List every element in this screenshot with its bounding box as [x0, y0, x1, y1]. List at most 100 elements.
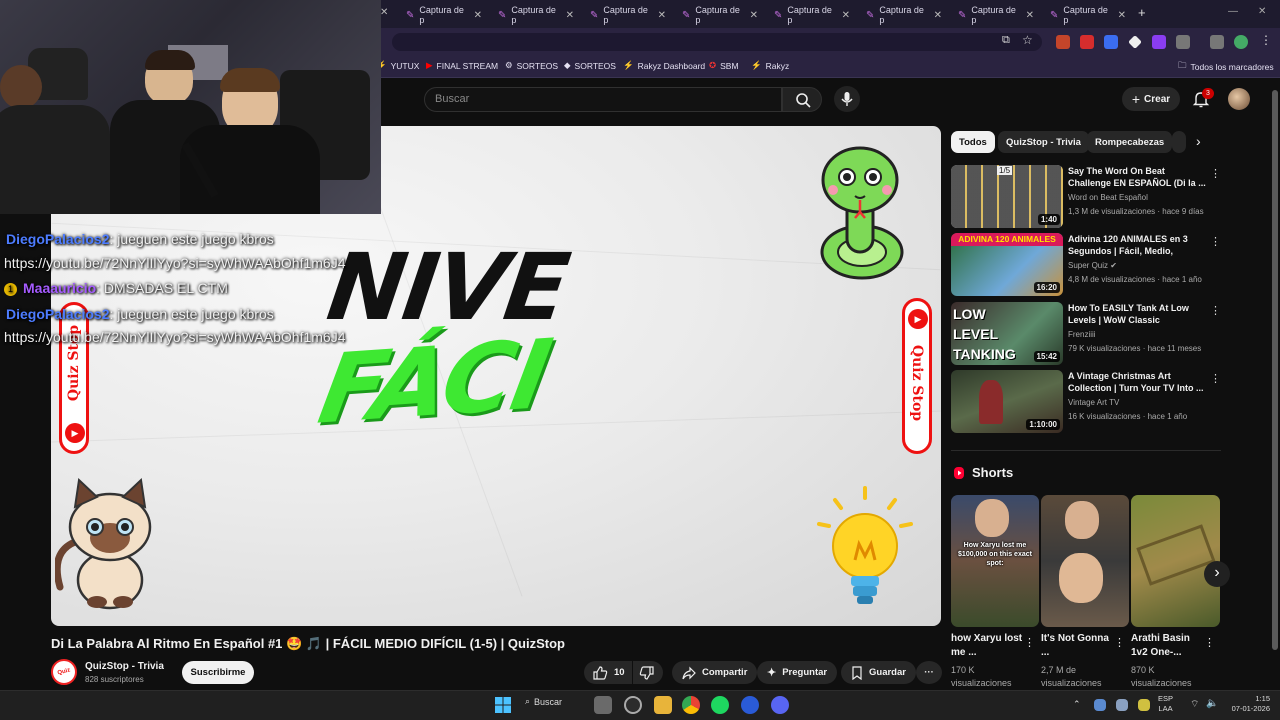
browser-tab[interactable]: ✎ Captura de p ✕: [950, 4, 1040, 26]
install-icon[interactable]: ⧉: [1002, 34, 1010, 47]
video-title[interactable]: A Vintage Christmas Art Collection | Tur…: [1068, 370, 1206, 394]
minimize-icon[interactable]: —: [1228, 6, 1238, 17]
shorts-next-button[interactable]: ›: [1204, 561, 1230, 587]
recommendation-item[interactable]: ADIVINA 120 ANIMALES 16:20 Adivina 120 A…: [951, 233, 1226, 297]
chip-all[interactable]: Todos: [951, 131, 995, 153]
wifi-icon[interactable]: ⌔: [1190, 698, 1199, 711]
browser-tab[interactable]: ✎ Captura de p ✕: [858, 4, 948, 26]
more-vert-icon[interactable]: ⋮: [1210, 235, 1221, 248]
channel-name[interactable]: Vintage Art TV: [1068, 398, 1119, 407]
video-thumbnail[interactable]: LOW LEVEL TANKING EXPLAINED 15:42: [951, 302, 1063, 365]
taskbar-search[interactable]: ⌕ Buscar: [525, 696, 562, 707]
browser-tab[interactable]: ✎ Captura de p ✕: [398, 4, 488, 26]
channel-name[interactable]: Frenziiii: [1068, 330, 1096, 339]
spotify-icon[interactable]: [711, 696, 729, 714]
window-close-icon[interactable]: ✕: [1258, 6, 1266, 17]
channel-name[interactable]: QuizStop - Trivia: [85, 661, 164, 672]
video-title[interactable]: Say The Word On Beat Challenge EN ESPAÑO…: [1068, 165, 1206, 189]
video-title[interactable]: How To EASILY Tank At Low Levels | WoW C…: [1068, 302, 1206, 326]
tab-close-icon[interactable]: ✕: [380, 7, 388, 18]
short-thumbnail[interactable]: [1131, 495, 1220, 627]
bookmark-item[interactable]: ✪ SBM: [709, 60, 739, 71]
bookmark-star-icon[interactable]: ☆: [1022, 33, 1033, 47]
address-bar[interactable]: [392, 33, 1042, 51]
bookmark-item[interactable]: ◆ SORTEOS: [564, 60, 616, 71]
more-vert-icon[interactable]: ⋮: [1024, 636, 1035, 649]
tray-chevron-icon[interactable]: ⌃: [1073, 699, 1081, 710]
video-thumbnail[interactable]: 1:10:00: [951, 370, 1063, 433]
subscribe-button[interactable]: Suscribirme: [182, 661, 254, 684]
video-thumbnail[interactable]: ADIVINA 120 ANIMALES 16:20: [951, 233, 1063, 296]
channel-name[interactable]: Word on Beat Español: [1068, 193, 1148, 202]
chip-overflow[interactable]: [1172, 131, 1186, 153]
tab-close-icon[interactable]: ✕: [474, 10, 482, 21]
tab-close-icon[interactable]: ✕: [1118, 10, 1126, 21]
extension-icon[interactable]: [1080, 35, 1094, 49]
account-avatar[interactable]: [1228, 88, 1250, 110]
tray-app-icon[interactable]: [1138, 699, 1150, 711]
language-indicator[interactable]: ESP LAA: [1158, 694, 1173, 714]
bookmark-item[interactable]: ⚡ YUTUX: [376, 60, 419, 71]
tab-close-icon[interactable]: ✕: [658, 10, 666, 21]
short-thumbnail[interactable]: How Xaryu lost me $100,000 on this exact…: [951, 495, 1039, 627]
browser-tab[interactable]: ✎ Captura de p ✕: [582, 4, 672, 26]
browser-tab[interactable]: ✎ Captura de p ✕: [766, 4, 856, 26]
chevron-right-icon[interactable]: ›: [1196, 133, 1201, 149]
tab-close-icon[interactable]: ✕: [750, 10, 758, 21]
menu-dots-icon[interactable]: ⋮: [1260, 33, 1272, 47]
reading-list-icon[interactable]: [1210, 35, 1224, 49]
windows-start-icon[interactable]: [494, 696, 512, 714]
like-button[interactable]: 10: [584, 661, 632, 684]
recommendation-item[interactable]: 1/5 1:40 Say The Word On Beat Challenge …: [951, 165, 1226, 229]
all-bookmarks-button[interactable]: 🗀 Todos los marcadores: [1178, 60, 1274, 74]
short-title[interactable]: It's Not Gonna ...: [1041, 632, 1117, 660]
voice-search-button[interactable]: [834, 86, 860, 112]
bookmark-item[interactable]: ⚙ SORTEOS: [505, 60, 558, 71]
extension-icon[interactable]: [1104, 35, 1118, 49]
task-view-icon[interactable]: [594, 696, 612, 714]
tab-close-icon[interactable]: ✕: [934, 10, 942, 21]
tab-close-icon[interactable]: ✕: [842, 10, 850, 21]
bookmark-item[interactable]: ▶ FINAL STREAM: [426, 60, 498, 71]
puzzle-icon[interactable]: [1176, 35, 1190, 49]
browser-tab[interactable]: ✎ Captura de p ✕: [490, 4, 580, 26]
file-explorer-icon[interactable]: [654, 696, 672, 714]
chip-channel[interactable]: QuizStop - Trivia: [998, 131, 1089, 153]
chrome-icon[interactable]: [682, 696, 700, 714]
app-icon[interactable]: [741, 696, 759, 714]
extension-icon[interactable]: [1152, 35, 1166, 49]
bookmark-item[interactable]: ⚡ Rakyz: [751, 60, 789, 71]
tray-app-icon[interactable]: [1094, 699, 1106, 711]
more-vert-icon[interactable]: ⋮: [1210, 372, 1221, 385]
share-button[interactable]: Compartir: [672, 661, 758, 684]
video-title[interactable]: Adivina 120 ANIMALES en 3 Segundos | Fác…: [1068, 233, 1206, 257]
recommendation-item[interactable]: LOW LEVEL TANKING EXPLAINED 15:42 How To…: [951, 302, 1226, 366]
browser-tab[interactable]: ✎ Captura de p ✕: [1042, 4, 1132, 26]
channel-name-row[interactable]: Super Quiz ✔: [1068, 261, 1117, 270]
create-button[interactable]: + Crear: [1122, 87, 1180, 111]
more-vert-icon[interactable]: ⋮: [1210, 304, 1221, 317]
search-button[interactable]: [782, 87, 822, 112]
extension-icon[interactable]: [1056, 35, 1070, 49]
recommendation-item[interactable]: 1:10:00 A Vintage Christmas Art Collecti…: [951, 370, 1226, 434]
more-actions-button[interactable]: ···: [916, 661, 942, 684]
tab-close-icon[interactable]: ✕: [566, 10, 574, 21]
channel-avatar[interactable]: Quiz: [51, 659, 77, 685]
discord-icon[interactable]: [771, 696, 789, 714]
more-vert-icon[interactable]: ⋮: [1204, 636, 1215, 649]
profile-icon[interactable]: [1234, 35, 1248, 49]
tray-app-icon[interactable]: [1116, 699, 1128, 711]
extension-icon[interactable]: [1128, 35, 1142, 49]
obs-icon[interactable]: [624, 696, 642, 714]
search-input[interactable]: Buscar: [424, 87, 782, 112]
ask-button[interactable]: ✦ Preguntar: [757, 661, 838, 684]
save-button[interactable]: Guardar: [841, 661, 916, 684]
short-title[interactable]: how Xaryu lost me ...: [951, 632, 1027, 660]
video-thumbnail[interactable]: 1/5 1:40: [951, 165, 1063, 228]
more-vert-icon[interactable]: ⋮: [1210, 167, 1221, 180]
bookmark-item[interactable]: ⚡ Rakyz Dashboard: [623, 60, 705, 71]
tab-close-icon[interactable]: ✕: [1026, 10, 1034, 21]
volume-icon[interactable]: 🔈: [1206, 698, 1218, 709]
short-thumbnail[interactable]: [1041, 495, 1129, 627]
short-title[interactable]: Arathi Basin 1v2 One-...: [1131, 632, 1207, 660]
